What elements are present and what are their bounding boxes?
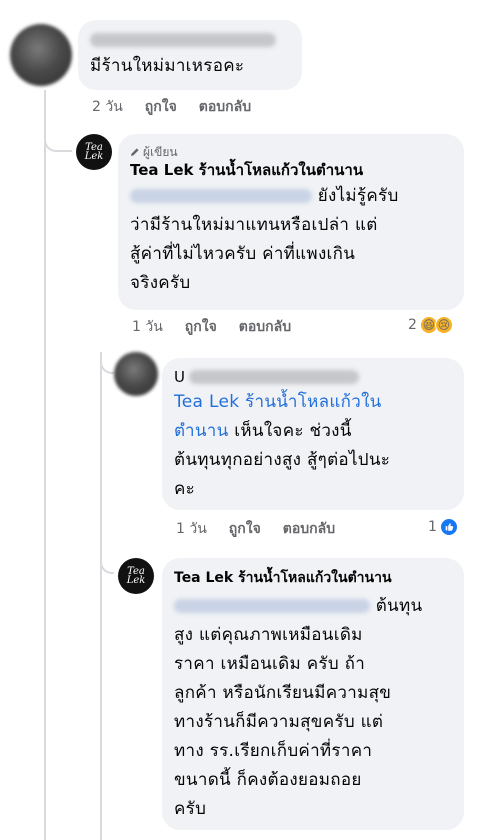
brand-logo-text: Tea Lek: [126, 566, 146, 586]
reply-text-line4: จริงครับ: [130, 273, 191, 293]
thread-elbow-reply2: [100, 352, 114, 374]
reply-text-line6: ทาง รร.เรียกเก็บค่าที่ราคา: [174, 741, 373, 761]
comment-text: มีร้านใหม่มาเหรอคะ: [90, 56, 245, 76]
reply-bubble-author: ผู้เขียน Tea Lek ร้านน้ำโหลแก้วในตำนาน ย…: [118, 134, 464, 310]
reply-text-line2: ว่ามีร้านใหม่มาแทนหรือเปล่า แต่: [130, 215, 378, 235]
author-badge-label: ผู้เขียน: [143, 145, 178, 159]
mention-blurred[interactable]: [130, 189, 312, 203]
reply-text: ยังไม่รู้ครับ ว่ามีร้านใหม่มาแทนหรือเปล่…: [130, 182, 452, 298]
sad-reaction-icon: 😢: [434, 316, 453, 334]
reply-text-line4: คะ: [174, 479, 196, 499]
reply-text-line2: สูง แต่คุณภาพเหมือนเดิม: [174, 625, 363, 645]
avatar-tea-lek[interactable]: Tea Lek: [118, 558, 154, 594]
reply-text-line4: ลูกค้า หรือนักเรียนมีความสุข: [174, 683, 392, 703]
timestamp[interactable]: 2 วัน: [92, 98, 123, 116]
reply-button[interactable]: ตอบกลับ: [239, 318, 291, 336]
brand-logo-text: Tea Lek: [84, 142, 104, 162]
mention-link-cont[interactable]: ตำนาน: [174, 421, 229, 441]
reply-button[interactable]: ตอบกลับ: [283, 520, 335, 538]
reply-bubble: U Tea Lek ร้านน้ำโหลแก้วใน ตำนาน เห็นใจค…: [162, 358, 464, 510]
reaction-count: 1: [428, 519, 437, 535]
author-initial[interactable]: U: [174, 367, 185, 387]
reply-text-line3: สู้ค่าที่ไม่ไหวครับ ค่าที่แพงเกิน: [130, 244, 356, 264]
reply-text-line3: ราคา เหมือนเดิม ครับ ถ้า: [174, 654, 366, 674]
reply-text-line2: เห็นใจคะ ช่วงนี้: [234, 421, 352, 441]
reply-text-line5: ทางร้านก็มีความสุขครับ แต่: [174, 712, 384, 732]
timestamp[interactable]: 1 วัน: [132, 318, 163, 336]
reaction-summary[interactable]: 1: [428, 518, 458, 536]
reply-bubble-author: Tea Lek ร้านน้ำโหลแก้วในตำนาน ต้นทุน สูง…: [162, 558, 464, 830]
reply-button[interactable]: ตอบกลับ: [199, 98, 251, 116]
avatar[interactable]: [10, 24, 72, 86]
like-reaction-icon: [439, 518, 458, 536]
author-badge: ผู้เขียน: [130, 144, 452, 160]
reply-text: ต้นทุน สูง แต่คุณภาพเหมือนเดิม ราคา เหมื…: [174, 592, 452, 824]
comment-actions: 2 วัน ถูกใจ ตอบกลับ: [92, 98, 251, 116]
thread-elbow-reply3: [100, 552, 114, 574]
author-name[interactable]: Tea Lek ร้านน้ำโหลแก้วในตำนาน: [130, 160, 452, 180]
reply-text-line7: ขนาดนี้ ก็คงต้องยอมถอย: [174, 770, 362, 790]
like-button[interactable]: ถูกใจ: [229, 520, 261, 538]
reply-text-line1: ต้นทุน: [375, 596, 423, 616]
comment-bubble: มีร้านใหม่มาเหรอคะ: [78, 20, 302, 90]
reply-text-line1: ยังไม่รู้ครับ: [317, 186, 399, 206]
mention-link[interactable]: Tea Lek ร้านน้ำโหลแก้วใน: [174, 388, 452, 417]
author-name[interactable]: Tea Lek ร้านน้ำโหลแก้วในตำนาน: [174, 568, 452, 588]
avatar-tea-lek[interactable]: Tea Lek: [76, 134, 112, 170]
like-button[interactable]: ถูกใจ: [185, 318, 217, 336]
reply-actions: 1 วัน ถูกใจ ตอบกลับ: [132, 318, 291, 336]
reply-text: Tea Lek ร้านน้ำโหลแก้วใน ตำนาน เห็นใจคะ …: [174, 388, 452, 504]
like-button[interactable]: ถูกใจ: [145, 98, 177, 116]
avatar[interactable]: [114, 352, 158, 396]
author-name-blurred[interactable]: [90, 33, 276, 47]
reply-text-line3: ต้นทุนทุกอย่างสูง สู้ๆต่อไปนะ: [174, 450, 391, 470]
reply-actions: 1 วัน ถูกใจ ตอบกลับ: [176, 520, 335, 538]
author-name-blurred[interactable]: [188, 370, 359, 384]
reaction-count: 2: [408, 317, 417, 333]
reply-text-line8: ครับ: [174, 799, 207, 819]
timestamp[interactable]: 1 วัน: [176, 520, 207, 538]
reaction-summary[interactable]: 2 😆 😢: [408, 316, 453, 334]
pencil-icon: [130, 147, 140, 157]
thread-line-sub: [100, 360, 102, 840]
thread-elbow-reply1: [44, 128, 72, 152]
mention-blurred[interactable]: [174, 599, 370, 613]
thread-line-main: [44, 90, 46, 840]
